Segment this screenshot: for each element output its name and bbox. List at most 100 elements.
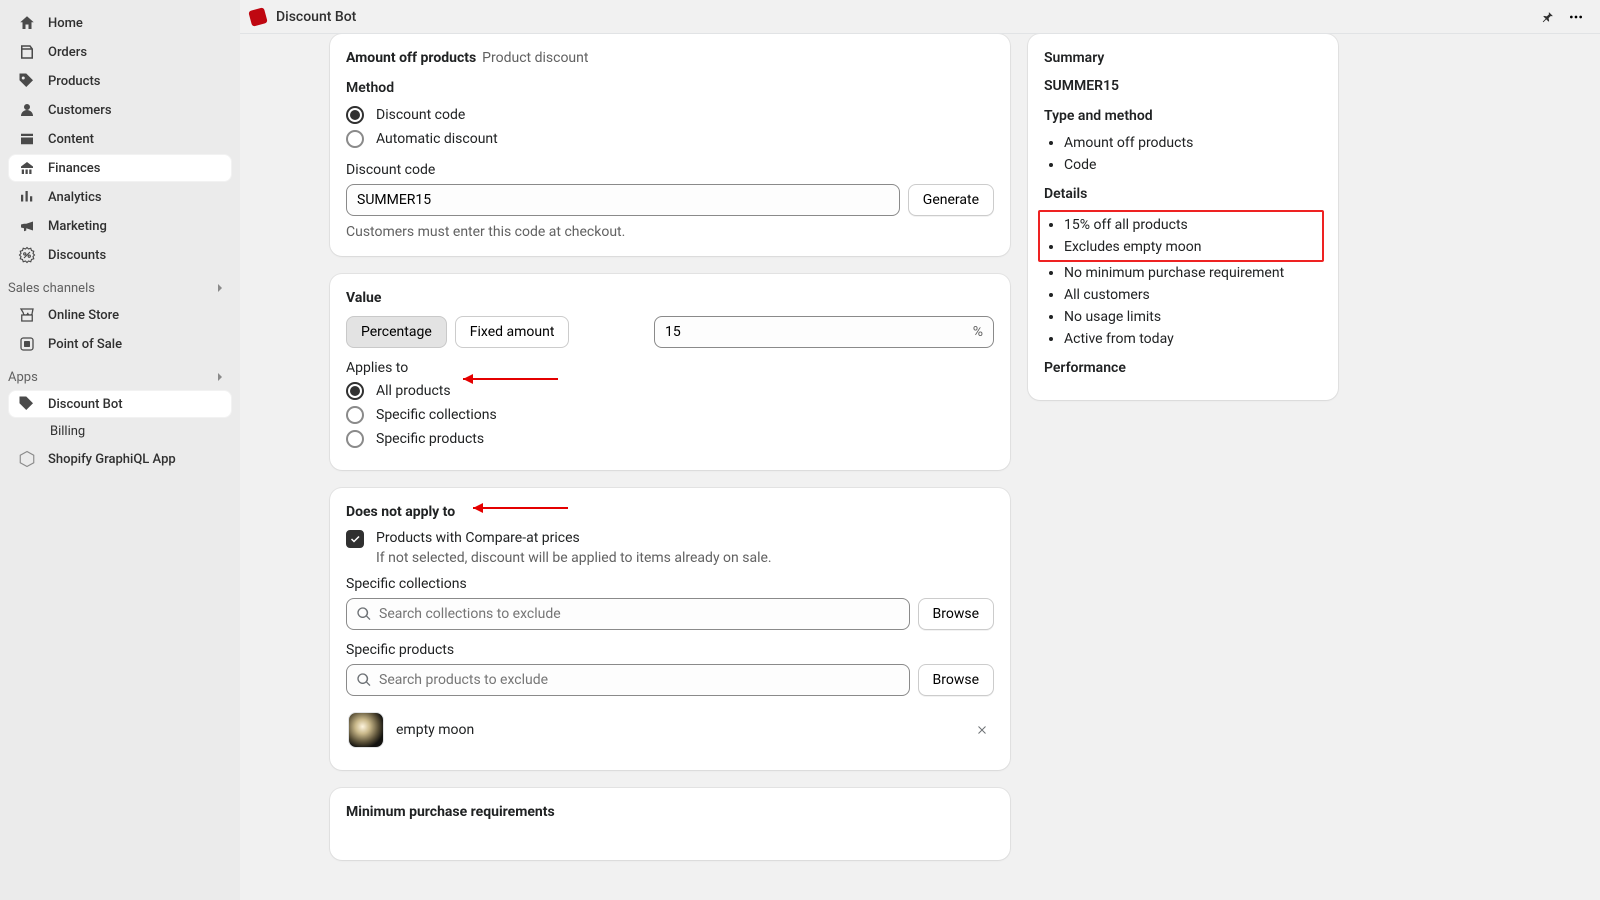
- summary-item: Amount off products: [1064, 132, 1322, 154]
- segment-percentage[interactable]: Percentage: [346, 316, 447, 348]
- radio-automatic-discount[interactable]: Automatic discount: [346, 130, 994, 148]
- pin-button[interactable]: [1534, 3, 1562, 31]
- summary-highlight: 15% off all products Excludes empty moon: [1038, 210, 1324, 262]
- discount-code-input[interactable]: [346, 184, 900, 216]
- segment-fixed-amount[interactable]: Fixed amount: [455, 316, 570, 348]
- discount-code-help: Customers must enter this code at checko…: [346, 224, 994, 240]
- exclude-products-label: Specific products: [346, 642, 994, 658]
- products-icon: [18, 72, 36, 90]
- sidebar-item-discount-bot[interactable]: Discount Bot: [8, 390, 232, 418]
- chevron-right-icon: [212, 369, 228, 385]
- radio-label: Specific collections: [376, 407, 497, 423]
- exclude-heading: Does not apply to: [346, 504, 994, 520]
- remove-product-button[interactable]: [972, 720, 992, 740]
- sidebar-item-discounts[interactable]: Discounts: [8, 241, 232, 269]
- radio-icon: [346, 130, 364, 148]
- summary-title: Summary: [1044, 50, 1322, 66]
- sidebar-item-orders[interactable]: Orders: [8, 38, 232, 66]
- excluded-product-chip: empty moon: [346, 706, 994, 754]
- method-card: Amount off products Product discount Met…: [330, 34, 1010, 256]
- sidebar-item-graphiql[interactable]: Shopify GraphiQL App: [8, 445, 232, 473]
- summary-item: No usage limits: [1064, 306, 1322, 328]
- discount-code-label: Discount code: [346, 162, 994, 178]
- sales-channels-heading[interactable]: Sales channels: [0, 270, 240, 300]
- nav-label: Discounts: [48, 248, 106, 263]
- nav-label: Finances: [48, 161, 100, 176]
- summary-details-heading: Details: [1044, 186, 1322, 202]
- graphiql-icon: [18, 450, 36, 468]
- pin-icon: [1541, 10, 1555, 24]
- radio-label: All products: [376, 383, 451, 399]
- main-content: Amount off products Product discount Met…: [240, 34, 1600, 900]
- nav-label: Marketing: [48, 219, 107, 234]
- more-button[interactable]: [1562, 3, 1590, 31]
- nav-label: Customers: [48, 103, 112, 118]
- nav-label: Orders: [48, 45, 87, 60]
- sidebar-item-content[interactable]: Content: [8, 125, 232, 153]
- close-icon: [976, 724, 988, 736]
- page-title: Discount Bot: [276, 9, 356, 25]
- sidebar-item-pos[interactable]: Point of Sale: [8, 330, 232, 358]
- exclude-collections-search[interactable]: [346, 598, 910, 630]
- pos-icon: [18, 335, 36, 353]
- nav-label: Home: [48, 16, 83, 31]
- discounts-icon: [18, 246, 36, 264]
- exclude-products-search[interactable]: [346, 664, 910, 696]
- customers-icon: [18, 101, 36, 119]
- summary-card: Summary SUMMER15 Type and method Amount …: [1028, 34, 1338, 400]
- radio-icon: [346, 430, 364, 448]
- sidebar-item-customers[interactable]: Customers: [8, 96, 232, 124]
- nav-label: Online Store: [48, 308, 119, 323]
- checkbox-compare-at[interactable]: Products with Compare-at prices If not s…: [346, 530, 994, 566]
- generate-button[interactable]: Generate: [908, 184, 994, 216]
- finances-icon: [18, 159, 36, 177]
- nav-label: Billing: [50, 424, 85, 439]
- app-tag-icon: [248, 7, 268, 27]
- radio-label: Automatic discount: [376, 131, 498, 147]
- app-icon: [18, 395, 36, 413]
- value-amount-input[interactable]: [665, 317, 973, 347]
- sidebar-item-billing[interactable]: Billing: [8, 419, 232, 444]
- value-heading: Value: [346, 290, 994, 306]
- min-purchase-card: Minimum purchase requirements: [330, 788, 1010, 860]
- summary-item: 15% off all products: [1064, 214, 1318, 236]
- sidebar-item-analytics[interactable]: Analytics: [8, 183, 232, 211]
- radio-icon: [346, 406, 364, 424]
- summary-performance-heading: Performance: [1044, 360, 1322, 376]
- sidebar-item-online-store[interactable]: Online Store: [8, 301, 232, 329]
- sidebar-item-finances[interactable]: Finances: [8, 154, 232, 182]
- browse-products-button[interactable]: Browse: [918, 664, 994, 696]
- store-icon: [18, 306, 36, 324]
- nav-label: Point of Sale: [48, 337, 122, 352]
- marketing-icon: [18, 217, 36, 235]
- sidebar: Home Orders Products Customers Content F…: [0, 0, 240, 900]
- summary-code: SUMMER15: [1044, 78, 1322, 94]
- method-heading: Method: [346, 80, 994, 96]
- exclude-collections-label: Specific collections: [346, 576, 994, 592]
- value-card: Value Percentage Fixed amount % Applies …: [330, 274, 1010, 470]
- radio-icon: [346, 382, 364, 400]
- checkbox-label: Products with Compare-at prices: [376, 530, 772, 546]
- chevron-right-icon: [212, 280, 228, 296]
- value-input-wrap[interactable]: %: [654, 316, 994, 348]
- orders-icon: [18, 43, 36, 61]
- sidebar-item-marketing[interactable]: Marketing: [8, 212, 232, 240]
- nav-label: Discount Bot: [48, 397, 123, 412]
- content-icon: [18, 130, 36, 148]
- apps-heading[interactable]: Apps: [0, 359, 240, 389]
- card-subtitle: Product discount: [482, 50, 588, 66]
- topbar: Discount Bot: [240, 0, 1600, 34]
- applies-to-label: Applies to: [346, 360, 994, 376]
- sidebar-item-products[interactable]: Products: [8, 67, 232, 95]
- min-purchase-heading: Minimum purchase requirements: [346, 804, 994, 820]
- radio-specific-products[interactable]: Specific products: [346, 430, 994, 448]
- browse-collections-button[interactable]: Browse: [918, 598, 994, 630]
- nav-label: Shopify GraphiQL App: [48, 452, 176, 467]
- product-name: empty moon: [396, 722, 474, 738]
- radio-all-products[interactable]: All products: [346, 382, 994, 400]
- summary-item: No minimum purchase requirement: [1064, 262, 1322, 284]
- sidebar-item-home[interactable]: Home: [8, 9, 232, 37]
- dots-icon: [1568, 9, 1584, 25]
- radio-specific-collections[interactable]: Specific collections: [346, 406, 994, 424]
- radio-discount-code[interactable]: Discount code: [346, 106, 994, 124]
